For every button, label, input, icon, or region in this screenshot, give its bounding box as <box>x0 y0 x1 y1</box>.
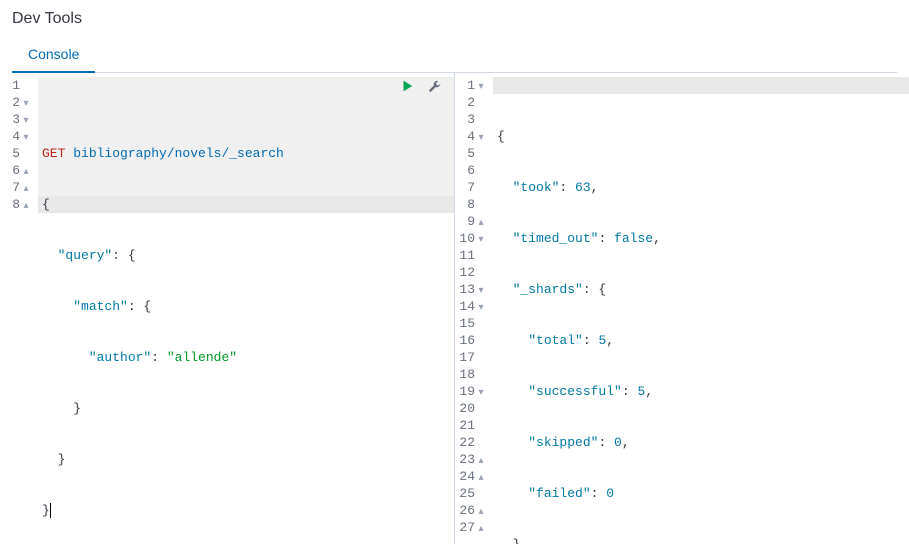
fold-icon[interactable]: ▴ <box>477 521 485 538</box>
response-gutter: 1▾ 2 3 4▾ 5 6 7 8 9▴ 10▾ 11 12 13▾ 14▾ 1… <box>455 73 493 544</box>
response-viewer[interactable]: { "took": 63, "timed_out": false, "_shar… <box>493 73 909 544</box>
request-pane: 1 2▾ 3▾ 4▾ 5 6▴ 7▴ 8▴ GET bibliography/n… <box>0 73 454 544</box>
play-icon[interactable] <box>398 77 416 95</box>
request-path: bibliography/novels/_search <box>73 146 284 161</box>
response-pane: 1▾ 2 3 4▾ 5 6 7 8 9▴ 10▾ 11 12 13▾ 14▾ 1… <box>455 73 909 544</box>
tabs: Console <box>12 36 897 73</box>
http-method: GET <box>42 146 65 161</box>
fold-icon[interactable]: ▴ <box>22 198 30 215</box>
text-cursor <box>50 503 51 518</box>
request-gutter: 1 2▾ 3▾ 4▾ 5 6▴ 7▴ 8▴ <box>0 73 38 544</box>
wrench-icon[interactable] <box>426 77 444 95</box>
tab-console[interactable]: Console <box>12 36 95 72</box>
page-title: Dev Tools <box>12 10 897 28</box>
request-editor[interactable]: GET bibliography/novels/_search { "query… <box>38 73 454 544</box>
request-toolbar <box>398 77 444 95</box>
